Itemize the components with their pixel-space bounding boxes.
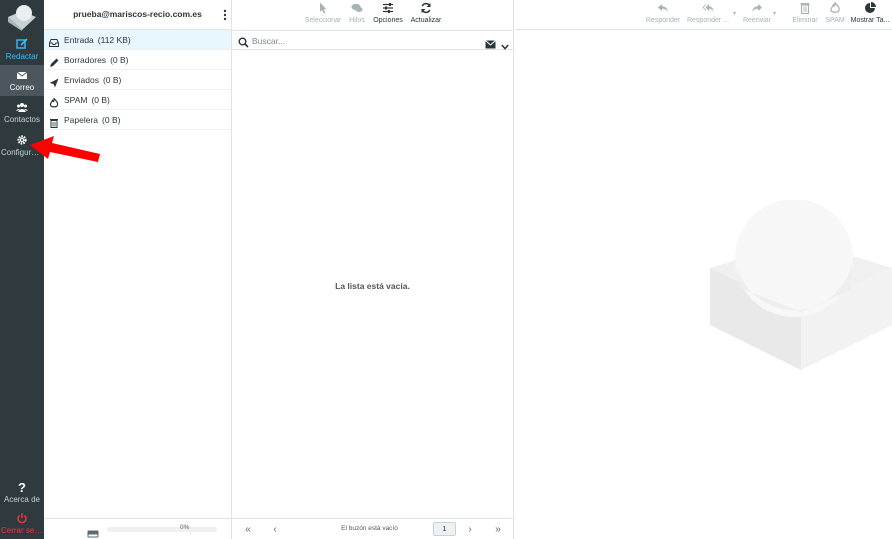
reply-button[interactable]: Responder <box>645 2 681 25</box>
taskmenu: Redactar Correo Contactos Configuraci...… <box>0 0 44 539</box>
last-page-button[interactable]: » <box>492 524 504 535</box>
sliders-icon <box>383 3 393 13</box>
account-menu-icon[interactable] <box>223 8 227 21</box>
roundcube-watermark <box>710 199 892 370</box>
envelope-filter-icon[interactable] <box>485 36 496 49</box>
hard-drive-icon <box>87 525 99 538</box>
folder-spam[interactable]: SPAM (0 B) <box>44 90 231 110</box>
mailbox-status: El buzón está vacío <box>341 525 398 532</box>
pencil-icon <box>49 55 59 67</box>
spam-button[interactable]: SPAM <box>823 2 847 25</box>
folder-name: SPAM <box>64 95 88 105</box>
paper-plane-icon <box>49 75 59 88</box>
previous-page-button[interactable]: ‹ <box>269 524 281 535</box>
next-page-button[interactable]: › <box>464 524 476 535</box>
folder-size: (0 B) <box>110 55 129 65</box>
folder-size: (0 B) <box>102 115 121 125</box>
folder-sent[interactable]: Enviados (0 B) <box>44 70 231 90</box>
quota-display: 0% <box>44 518 232 539</box>
reply-all-button[interactable]: Responder ... <box>685 2 731 25</box>
folder-size: (0 B) <box>91 95 110 105</box>
search-input[interactable] <box>252 34 472 47</box>
compose-icon <box>0 37 44 52</box>
question-icon: ? <box>18 480 26 495</box>
contacts-button[interactable]: Contactos <box>0 97 44 128</box>
pagination: « ‹ El buzón está vacío 1 › » <box>232 518 514 539</box>
first-page-button[interactable]: « <box>242 524 254 535</box>
message-toolbar: Responder Responder ... ▾ Reenviar ▾ Eli… <box>515 0 892 30</box>
folder-name: Borradores <box>64 55 107 65</box>
chevron-down-icon[interactable] <box>501 37 509 50</box>
trash-icon <box>49 115 59 128</box>
quota-percent: 0% <box>180 524 190 531</box>
logo <box>7 3 37 31</box>
fire-icon <box>49 95 59 108</box>
reply-icon <box>658 4 668 13</box>
page-number-input[interactable]: 1 <box>433 522 456 536</box>
delete-button[interactable]: Eliminar <box>787 2 823 25</box>
search-icon <box>238 35 249 48</box>
empty-list-message: La lista está vacía. <box>335 281 410 291</box>
forward-button[interactable]: Reenviar <box>739 2 775 25</box>
message-list-panel: Seleccionar Hilos Opciones Actualizar La… <box>232 0 514 539</box>
folder-name: Enviados <box>64 75 99 85</box>
select-button[interactable]: Seleccionar <box>304 2 342 25</box>
account-email: prueba@mariscos-recio.com.es <box>73 9 202 19</box>
about-button[interactable]: ? Acerca de <box>0 477 44 508</box>
search-bar <box>232 30 514 50</box>
power-icon <box>0 511 44 526</box>
refresh-icon <box>421 2 431 14</box>
folder-name: Papelera <box>64 115 99 125</box>
threads-button[interactable]: Hilos <box>346 2 368 25</box>
trash-icon <box>800 3 810 14</box>
reply-all-dropdown-icon[interactable]: ▾ <box>733 10 736 17</box>
forward-dropdown-icon[interactable]: ▾ <box>773 10 776 17</box>
envelope-icon <box>0 68 44 83</box>
folder-size: (0 B) <box>102 75 122 85</box>
options-button[interactable]: Opciones <box>372 2 404 25</box>
fire-icon <box>830 2 840 13</box>
mail-button[interactable]: Correo <box>0 65 44 96</box>
folder-size: (112 KB) <box>97 35 131 45</box>
annotation-arrow-icon <box>30 132 105 162</box>
folder-inbox[interactable]: Entrada (112 KB) <box>44 30 231 50</box>
folder-trash[interactable]: Papelera (0 B) <box>44 110 231 130</box>
comments-icon <box>351 3 363 12</box>
inbox-icon <box>49 35 59 47</box>
account-header: prueba@mariscos-recio.com.es <box>44 0 231 30</box>
message-content-panel: Responder Responder ... ▾ Reenviar ▾ Eli… <box>515 0 892 539</box>
quota-bar <box>107 527 217 532</box>
refresh-button[interactable]: Actualizar <box>408 2 444 25</box>
users-icon <box>0 100 44 115</box>
folder-name: Entrada <box>64 35 94 45</box>
pie-chart-icon <box>865 2 876 13</box>
folder-drafts[interactable]: Borradores (0 B) <box>44 50 231 70</box>
compose-button[interactable]: Redactar <box>0 34 44 65</box>
logout-button[interactable]: Cerrar sesión <box>0 508 44 539</box>
list-toolbar: Seleccionar Hilos Opciones Actualizar <box>232 0 514 30</box>
forward-icon <box>752 4 762 13</box>
pointer-icon <box>320 2 327 14</box>
folder-panel: prueba@mariscos-recio.com.es Entrada (112… <box>44 0 232 539</box>
show-layout-button[interactable]: Mostrar Ta... <box>849 2 891 25</box>
reply-all-icon <box>702 4 714 13</box>
